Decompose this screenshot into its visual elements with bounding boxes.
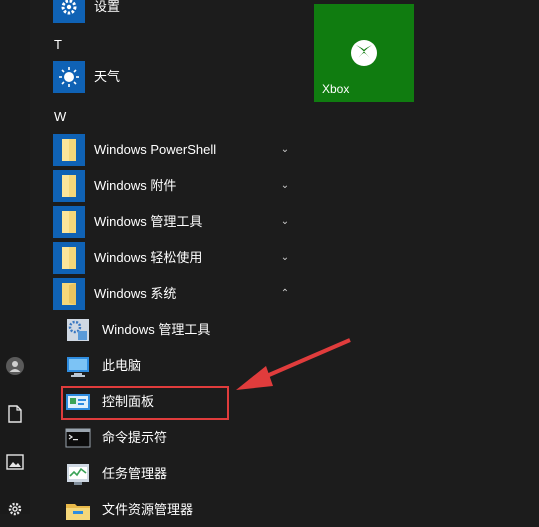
- annotation-arrow: [236, 338, 351, 390]
- xbox-tile-label: Xbox: [322, 82, 350, 96]
- xbox-logo-icon: [351, 40, 377, 66]
- xbox-tile[interactable]: Xbox: [314, 4, 414, 102]
